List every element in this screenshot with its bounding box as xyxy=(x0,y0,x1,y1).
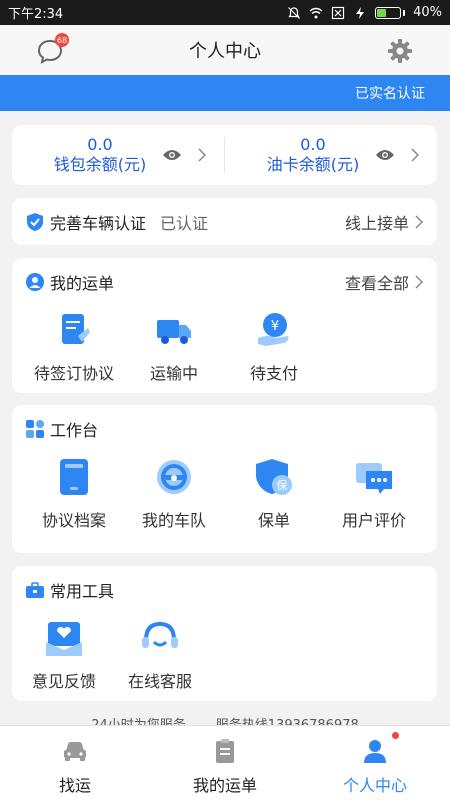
view-all-link[interactable]: 查看全部 xyxy=(345,270,423,294)
truck-icon xyxy=(157,320,191,344)
verification-banner: 已实名认证 xyxy=(0,75,450,111)
grid-item-label: 协议档案 xyxy=(41,511,106,530)
yuan-coin-icon: ¥ xyxy=(258,313,289,346)
chevron-right-icon xyxy=(415,275,423,289)
user-reviews-item[interactable]: 用户评价 xyxy=(324,457,424,531)
tab-label: 找运 xyxy=(58,776,91,795)
online-order-link[interactable]: 线上接单 xyxy=(345,210,423,234)
vehicle-verification-status: 已认证 xyxy=(160,213,209,233)
grid-item-label: 待支付 xyxy=(249,364,298,383)
fuel-card-amount: 0.0 xyxy=(300,135,326,154)
grid-item-label: 在线客服 xyxy=(127,672,192,691)
chat-bubble-icon xyxy=(356,463,392,494)
insurance-policy-item[interactable]: 保 保单 xyxy=(224,457,324,531)
grid-item-label: 运输中 xyxy=(149,364,198,383)
grid-item-label: 意见反馈 xyxy=(31,672,96,691)
fuel-card-label: 油卡余额(元) xyxy=(266,155,360,174)
charging-icon xyxy=(356,6,365,19)
chevron-right-icon xyxy=(415,214,423,229)
mute-icon xyxy=(288,6,301,19)
chevron-right-icon xyxy=(411,148,419,162)
gear-icon[interactable] xyxy=(386,37,414,65)
page-header: 68 个人中心 xyxy=(0,25,450,75)
grid-item-label: 用户评价 xyxy=(341,511,406,530)
section-title: 常用工具 xyxy=(50,582,115,601)
vehicle-verification-title: 完善车辆认证 xyxy=(50,213,147,233)
status-time: 下午2:34 xyxy=(8,7,64,22)
tablet-icon xyxy=(60,459,88,495)
steering-wheel-icon xyxy=(157,460,191,494)
eye-icon[interactable] xyxy=(375,148,395,162)
battery-percent: 40% xyxy=(413,5,442,20)
grid-item-label: 待签订协议 xyxy=(33,364,114,383)
online-order-label: 线上接单 xyxy=(344,213,409,233)
workbench-card: 工作台 协议档案 我的车队 保 保单 用户评价 xyxy=(12,405,437,553)
car-icon xyxy=(64,742,86,761)
svg-text:保: 保 xyxy=(277,478,288,492)
wallet-amount: 0.0 xyxy=(87,135,113,154)
wifi-icon xyxy=(309,7,323,18)
clipboard-icon xyxy=(216,739,234,763)
apps-icon xyxy=(26,420,44,438)
message-badge: 68 xyxy=(55,33,70,47)
status-icons: 40% xyxy=(287,5,442,20)
status-bar: 下午2:34 40% xyxy=(0,0,450,25)
bottom-tab-bar: 找运 我的运单 个人中心 xyxy=(0,725,450,800)
tab-label: 个人中心 xyxy=(342,776,407,795)
tab-profile[interactable]: 个人中心 xyxy=(300,726,450,800)
toolbox-icon xyxy=(26,582,44,598)
grid-item-label: 我的车队 xyxy=(141,511,206,530)
user-icon xyxy=(364,740,386,763)
chevron-right-icon xyxy=(198,148,206,162)
online-support-item[interactable]: 在线客服 xyxy=(112,618,208,692)
wallet-label: 钱包余额(元) xyxy=(53,155,147,174)
feedback-mail-icon xyxy=(46,622,82,656)
in-transit-item[interactable]: 运输中 xyxy=(124,310,224,384)
shield-check-icon xyxy=(27,212,43,231)
pending-payment-item[interactable]: ¥ 待支付 xyxy=(224,310,324,384)
battery-icon xyxy=(375,6,406,19)
feedback-item[interactable]: 意见反馈 xyxy=(16,618,112,692)
wallet-balance[interactable]: 0.0 钱包余额(元) xyxy=(12,125,224,185)
balance-card: 0.0 钱包余额(元) 0.0 油卡余额(元) xyxy=(12,125,437,185)
view-all-label: 查看全部 xyxy=(344,274,409,293)
shield-icon: 保 xyxy=(256,459,292,495)
my-fleet-item[interactable]: 我的车队 xyxy=(124,457,224,531)
document-icon xyxy=(62,314,90,344)
my-orders-card: 我的运单 查看全部 待签订协议 运输中 ¥ 待支付 xyxy=(12,258,437,393)
tab-label: 我的运单 xyxy=(192,776,257,795)
section-title: 我的运单 xyxy=(50,274,115,293)
pending-agreement-item[interactable]: 待签订协议 xyxy=(24,310,124,384)
grid-item-label: 保单 xyxy=(257,511,290,530)
notification-dot xyxy=(392,732,399,739)
vehicle-verification-row[interactable]: 完善车辆认证 已认证 线上接单 xyxy=(12,198,437,245)
agreement-archive-item[interactable]: 协议档案 xyxy=(24,457,124,531)
common-tools-card: 常用工具 意见反馈 在线客服 xyxy=(12,566,437,701)
eye-icon[interactable] xyxy=(162,148,182,162)
no-sim-icon xyxy=(331,6,345,19)
page-title: 个人中心 xyxy=(189,41,261,62)
section-title: 工作台 xyxy=(50,421,99,440)
svg-text:¥: ¥ xyxy=(271,319,279,334)
tab-find-freight[interactable]: 找运 xyxy=(0,726,150,800)
tab-my-orders[interactable]: 我的运单 xyxy=(150,726,300,800)
headset-icon xyxy=(142,621,178,648)
user-circle-icon xyxy=(26,273,44,291)
verification-status: 已实名认证 xyxy=(355,86,425,102)
fuel-card-balance[interactable]: 0.0 油卡余额(元) xyxy=(225,125,437,185)
